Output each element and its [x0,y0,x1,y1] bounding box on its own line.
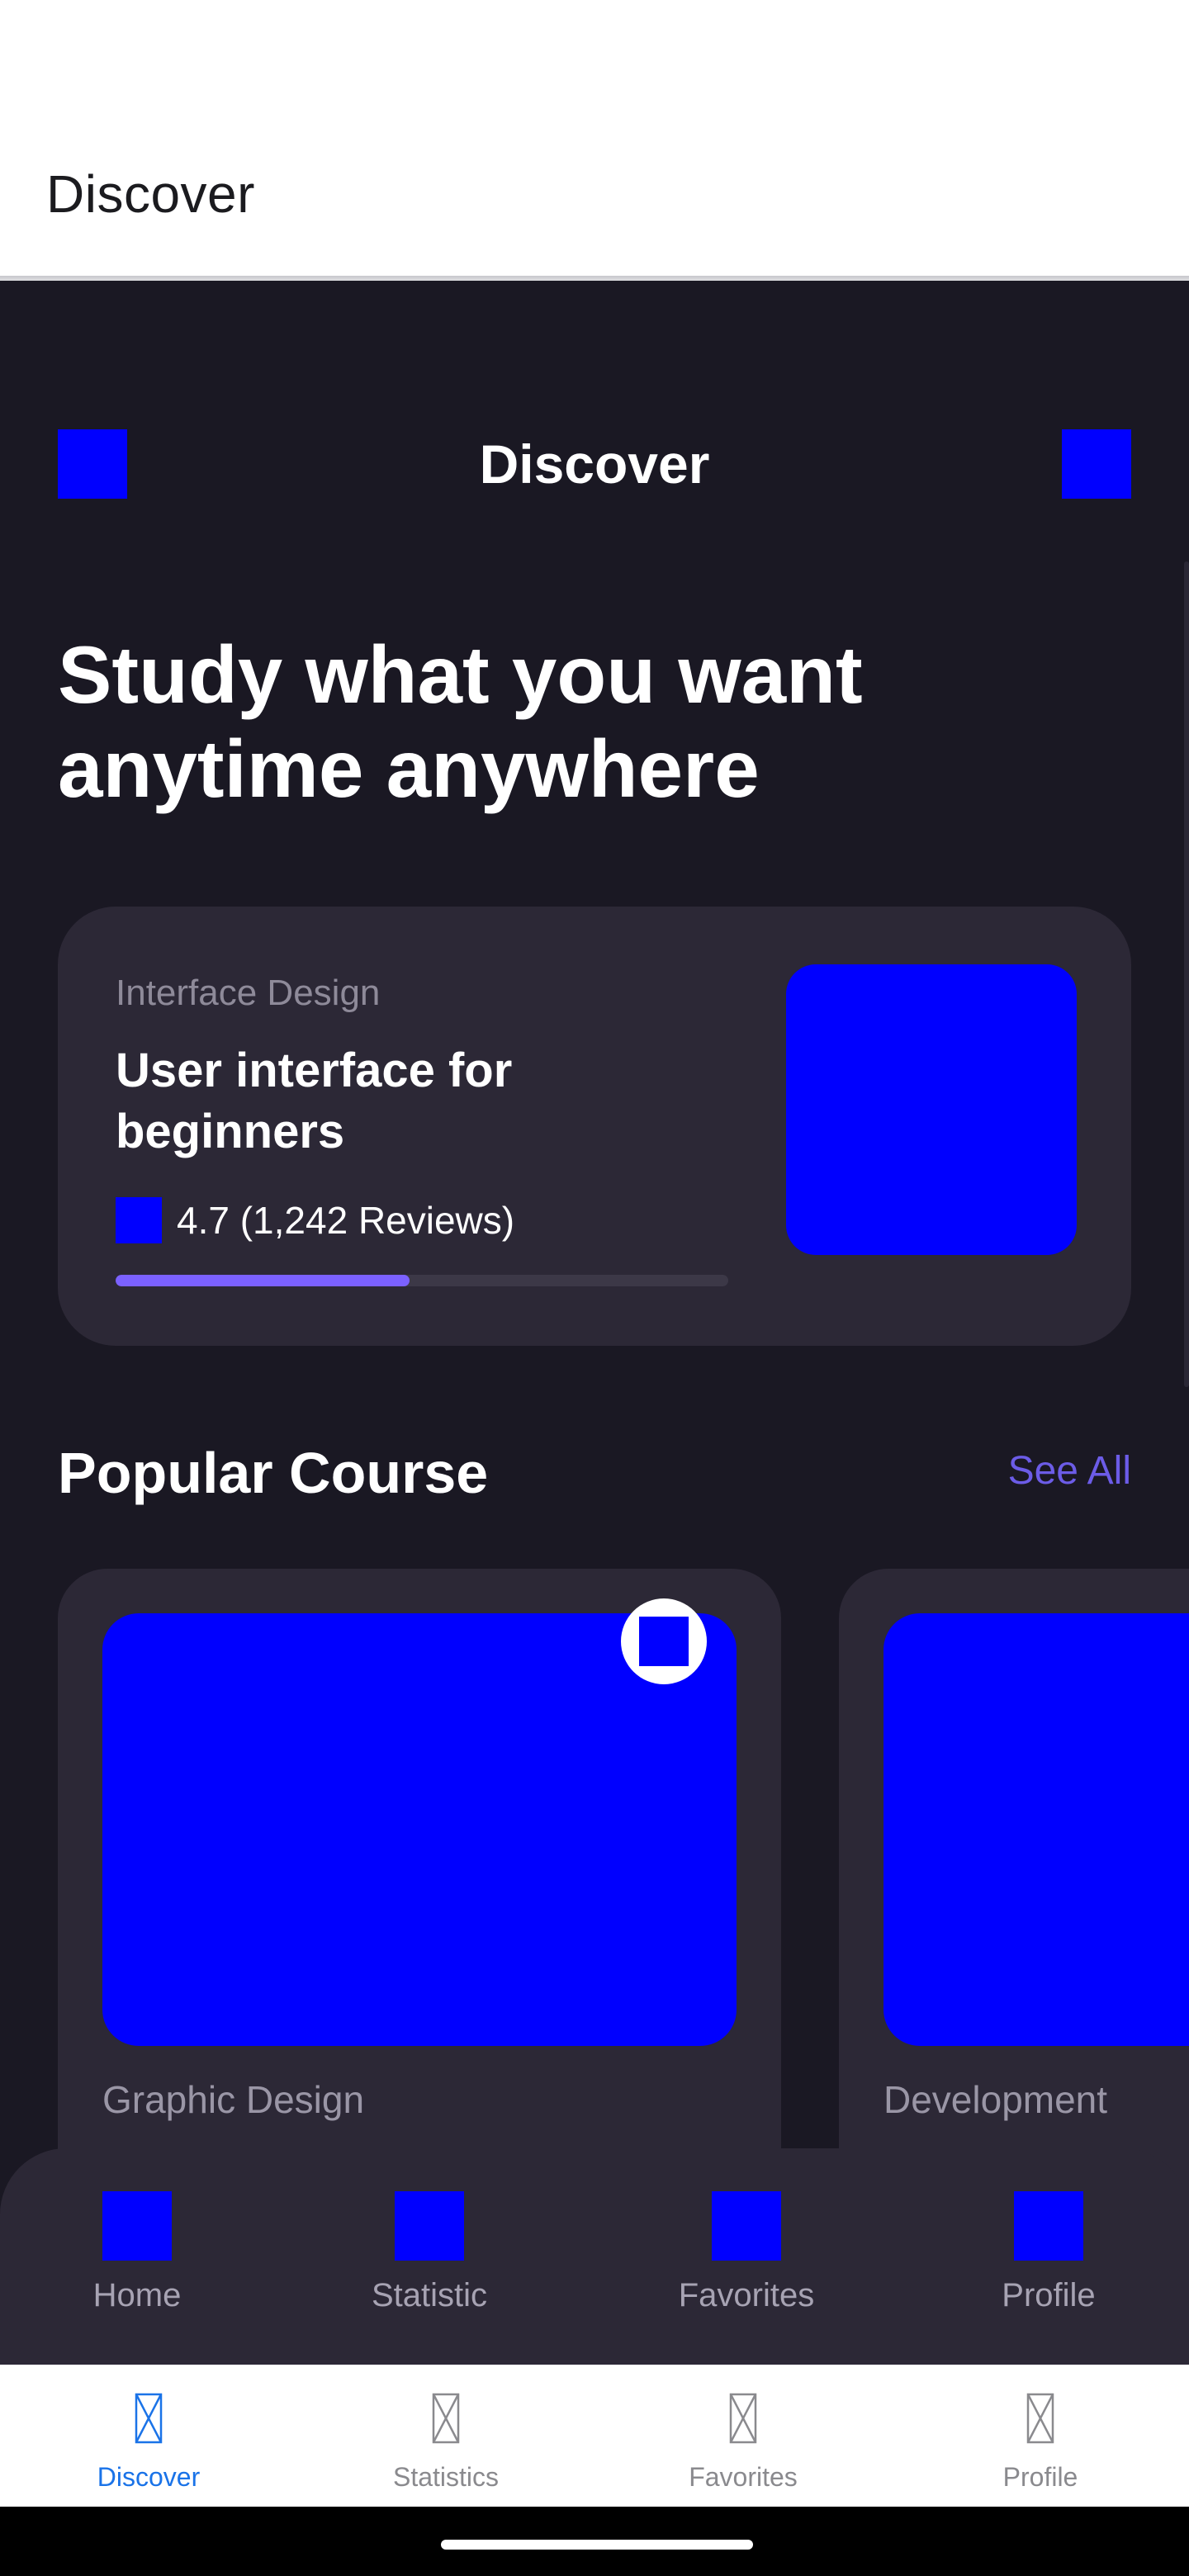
star-icon [116,1197,162,1243]
home-icon [102,2191,172,2261]
progress-bar [116,1275,728,1286]
bottom-nav: Home Statistic Favorites Profile [0,2148,1189,2365]
nav-label: Home [92,2277,182,2313]
nav-label: Profile [1002,2277,1096,2313]
tab-bar: Discover Statistics Favorites Profile [0,2365,1189,2507]
nav-label: Statistic [371,2277,488,2313]
tab-favorites[interactable]: Favorites [628,2393,859,2493]
tab-label: Discover [97,2462,201,2492]
tab-label: Favorites [689,2462,798,2492]
nav-item-profile[interactable]: Profile [950,2191,1148,2314]
featured-course-card[interactable]: Interface Design User interface for begi… [58,907,1131,1346]
tab-statistics[interactable]: Statistics [330,2393,561,2493]
hero-heading: Study what you want anytime anywhere [58,629,863,814]
heart-icon [712,2191,781,2261]
course-thumbnail [883,1613,1189,2046]
screen-title: Discover [479,433,710,495]
profile-tab-icon [1026,2393,1054,2444]
screen-content[interactable]: Discover Study what you want anytime any… [0,281,1189,2365]
featured-thumbnail [786,964,1077,1255]
see-all-link[interactable]: See All [1008,1448,1131,1494]
nav-label: Favorites [678,2277,815,2313]
course-category: Development [883,2078,1108,2121]
course-category: Graphic Design [102,2078,365,2121]
notification-icon[interactable] [1062,429,1131,499]
statistic-icon [395,2191,464,2261]
system-nav-bar [0,2507,1189,2576]
progress-fill [116,1275,410,1286]
section-title-popular: Popular Course [58,1441,489,1505]
tab-discover[interactable]: Discover [33,2393,264,2493]
nav-item-home[interactable]: Home [38,2191,236,2314]
home-indicator[interactable] [441,2540,753,2550]
featured-title: User interface for beginners [116,1044,513,1158]
app-header: Discover [0,0,1189,281]
scrollbar[interactable] [1184,561,1189,1387]
featured-rating: 4.7 (1,242 Reviews) [177,1199,515,1242]
tab-label: Profile [1002,2462,1078,2492]
featured-category: Interface Design [116,973,381,1013]
tab-label: Statistics [392,2462,500,2492]
app-header-title: Discover [46,164,255,224]
profile-icon [1014,2191,1083,2261]
nav-item-favorites[interactable]: Favorites [647,2191,846,2314]
bookmark-button[interactable] [621,1598,707,1684]
statistics-tab-icon [432,2393,460,2444]
bookmark-icon [639,1617,689,1666]
favorites-tab-icon [729,2393,757,2444]
nav-item-statistic[interactable]: Statistic [330,2191,528,2314]
discover-tab-icon [135,2393,163,2444]
tab-profile[interactable]: Profile [925,2393,1156,2493]
